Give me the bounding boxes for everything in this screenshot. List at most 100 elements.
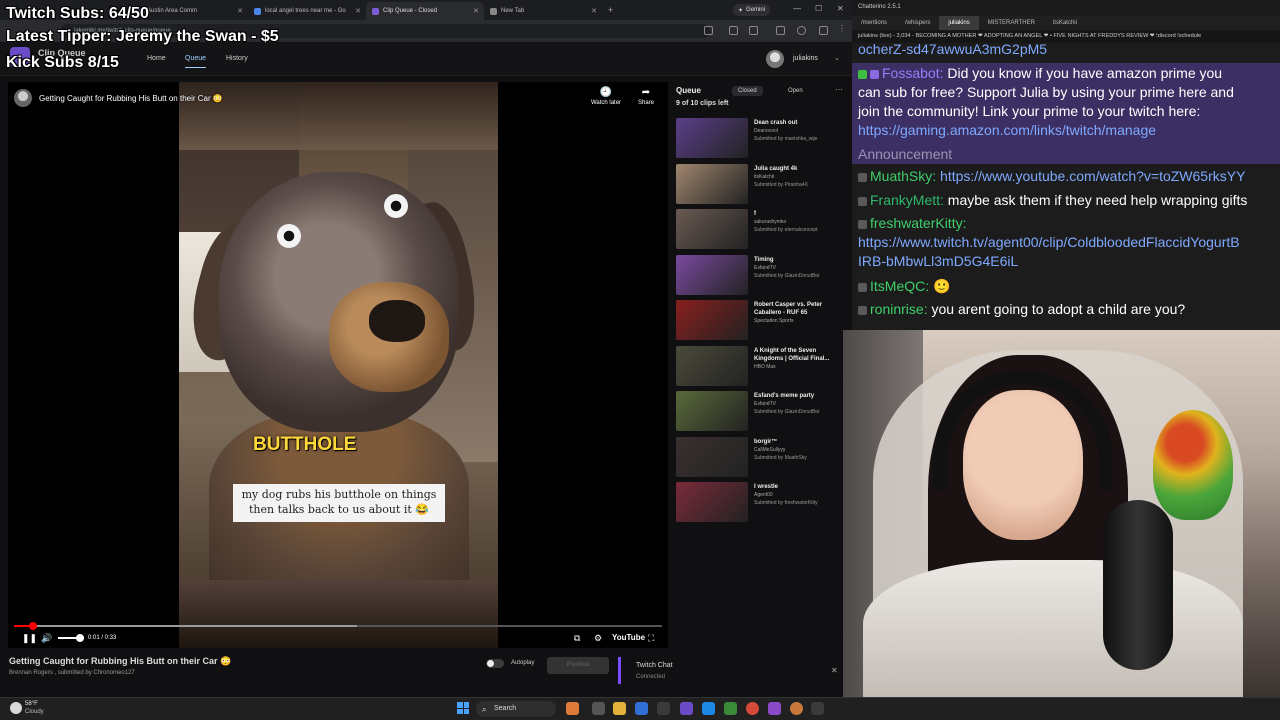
username[interactable]: juliakins — [793, 55, 818, 62]
queue-item[interactable]: I wrestle Agent00 Submitted by freshwaterK… — [676, 482, 844, 524]
app-icon[interactable] — [768, 702, 781, 715]
tab-closed[interactable]: Closed — [732, 86, 763, 96]
puzzle-icon[interactable] — [749, 26, 758, 35]
clip-thumbnail[interactable] — [676, 163, 748, 204]
youtube-logo[interactable]: YouTube — [612, 633, 645, 642]
queue-item[interactable]: Julia caught 4k itsKatchii Submitted by Pi… — [676, 163, 844, 206]
close-icon[interactable]: ✕ — [831, 666, 838, 675]
windows-start-icon[interactable] — [457, 702, 469, 714]
app-icon[interactable] — [592, 702, 605, 715]
nav-history[interactable]: History — [226, 55, 248, 62]
search-icon: ⌕ — [482, 705, 487, 714]
chat-text: Did you know if you have amazon prime yo… — [947, 65, 1223, 81]
maximize-button[interactable]: ☐ — [815, 4, 822, 13]
cast-icon[interactable] — [776, 26, 785, 35]
app-icon[interactable] — [811, 702, 824, 715]
queue-item-channel: itsKatchii — [754, 173, 775, 180]
chat-username[interactable]: FrankyMett: — [870, 192, 944, 208]
chat-username[interactable]: MuathSky: — [870, 168, 936, 184]
watch-later-button[interactable]: 🕘 Watch later — [586, 87, 626, 106]
queue-item[interactable]: A Knight of the Seven Kingdoms | Officia… — [676, 345, 844, 388]
chat-username[interactable]: Fossabot: — [882, 65, 943, 81]
download-icon[interactable] — [819, 26, 828, 35]
more-icon[interactable]: ⋯ — [835, 85, 843, 94]
volume-icon[interactable]: 🔊 — [41, 633, 52, 644]
progress-bar[interactable] — [14, 622, 662, 630]
new-tab-button[interactable]: + — [608, 5, 613, 15]
chat-fragment[interactable]: ocherZ-sd47awwuA3mG2pM5 — [858, 43, 1047, 59]
channel-avatar[interactable] — [14, 89, 32, 107]
chat-tab-juliakins[interactable]: juliakins — [939, 16, 979, 30]
clip-thumbnail[interactable] — [676, 436, 748, 477]
chat-username[interactable]: roninrise: — [870, 301, 928, 317]
tab-clip-queue[interactable]: Clip Queue - Closed ✕ — [366, 2, 484, 20]
video-player[interactable]: BUTTHOLE my dog rubs his butthole on thi… — [8, 82, 668, 648]
avatar[interactable] — [766, 50, 784, 68]
edge-icon[interactable] — [702, 702, 715, 715]
folder-icon[interactable] — [613, 702, 626, 715]
chat-username[interactable]: ItsMeQC: — [870, 278, 929, 294]
clip-thumbnail[interactable] — [676, 391, 748, 431]
volume-handle[interactable] — [76, 634, 84, 642]
queue-item[interactable]: Esfand's meme party EsfandTV Submitted by … — [676, 391, 844, 433]
queue-item[interactable]: f sakurashymko Submitted by eternalconcept — [676, 209, 844, 251]
queue-item[interactable]: Timing EsfandTV Submitted by GlazinDonutBo… — [676, 254, 844, 297]
autoplay-toggle[interactable] — [486, 659, 504, 668]
chat-tab-whispers[interactable]: /whispers — [896, 16, 939, 30]
app-icon[interactable] — [566, 702, 579, 715]
share-button[interactable]: ➦ Share — [626, 87, 666, 106]
pause-icon[interactable]: ❚❚ — [22, 633, 37, 644]
tab-angel-trees[interactable]: local angel trees near me - Go ✕ — [248, 2, 366, 20]
chat-tab-itskatchii[interactable]: itsKatchii — [1044, 16, 1086, 30]
chat-link[interactable]: https://www.youtube.com/watch?v=toZW65rk… — [940, 168, 1245, 184]
chat-link[interactable]: https://www.twitch.tv/agent00/clip/Coldb… — [858, 234, 1240, 250]
taskbar-search[interactable]: Search — [476, 701, 556, 717]
close-icon[interactable]: ✕ — [237, 7, 243, 15]
bookmark-icon[interactable] — [704, 26, 713, 35]
chat-link[interactable]: IRB-bMbwLl3mD5G4E6iL — [858, 253, 1018, 269]
clip-thumbnail[interactable] — [676, 254, 748, 295]
chevron-down-icon[interactable]: ⌄ — [834, 54, 840, 62]
queue-item[interactable]: borgir™ CallMeSullyyy Submitted by MuathSk… — [676, 436, 844, 479]
settings-icon[interactable]: ⚙ — [594, 633, 602, 644]
captions-icon[interactable]: ⧉ — [574, 633, 580, 644]
clip-thumbnail[interactable] — [676, 345, 748, 386]
progress-scrubber[interactable] — [29, 622, 38, 630]
clip-thumbnail[interactable] — [676, 209, 748, 249]
chat-link[interactable]: https://gaming.amazon.com/links/twitch/m… — [858, 121, 1156, 140]
minimize-button[interactable]: — — [793, 4, 801, 13]
chrome-icon[interactable] — [746, 702, 759, 715]
gemini-button[interactable]: ✦ Gemini — [733, 4, 771, 16]
discord-icon[interactable] — [680, 702, 693, 715]
app-icon[interactable] — [724, 702, 737, 715]
queue-item-submitter: Submitted by Piranha4X — [754, 181, 808, 188]
menu-icon[interactable]: ⋮ — [838, 24, 847, 33]
queue-item[interactable]: Dean crash out Deanocool Submitted by mani… — [676, 118, 844, 160]
chat-messages[interactable]: ocherZ-sd47awwuA3mG2pM5 Fossabot: Did yo… — [852, 43, 1280, 330]
parrot — [1153, 410, 1233, 520]
video-title-overlay[interactable]: Getting Caught for Rubbing His Butt on t… — [39, 94, 223, 103]
clip-thumbnail[interactable] — [676, 482, 748, 522]
fullscreen-icon[interactable]: ⛶ — [648, 633, 654, 644]
close-icon[interactable]: ✕ — [473, 7, 479, 15]
nav-home[interactable]: Home — [147, 55, 166, 62]
close-icon[interactable]: ✕ — [355, 7, 361, 15]
profile-icon[interactable] — [797, 26, 806, 35]
tab-new-tab[interactable]: New Tab ✕ — [484, 2, 602, 20]
chat-tab-mentions[interactable]: /mentions — [852, 16, 896, 30]
nav-queue[interactable]: Queue — [185, 55, 207, 68]
extension-icon[interactable] — [729, 26, 738, 35]
clip-thumbnail[interactable] — [676, 300, 748, 340]
close-icon[interactable]: ✕ — [591, 7, 597, 15]
chat-tab-misterarther[interactable]: MISTERARTHER — [979, 16, 1044, 30]
app-icon[interactable] — [790, 702, 803, 715]
app-icon[interactable] — [635, 702, 648, 715]
app-icon[interactable] — [657, 702, 670, 715]
tab-open[interactable]: Open — [782, 86, 809, 96]
queue-item[interactable]: Robert Casper vs. Peter Caballero - RUF … — [676, 300, 844, 342]
close-window-button[interactable]: ✕ — [837, 4, 844, 13]
clip-thumbnail[interactable] — [676, 118, 748, 158]
chat-username[interactable]: freshwaterKitty: — [870, 215, 966, 231]
previous-button[interactable]: Previous — [547, 657, 609, 674]
cloud-icon[interactable] — [10, 702, 22, 714]
